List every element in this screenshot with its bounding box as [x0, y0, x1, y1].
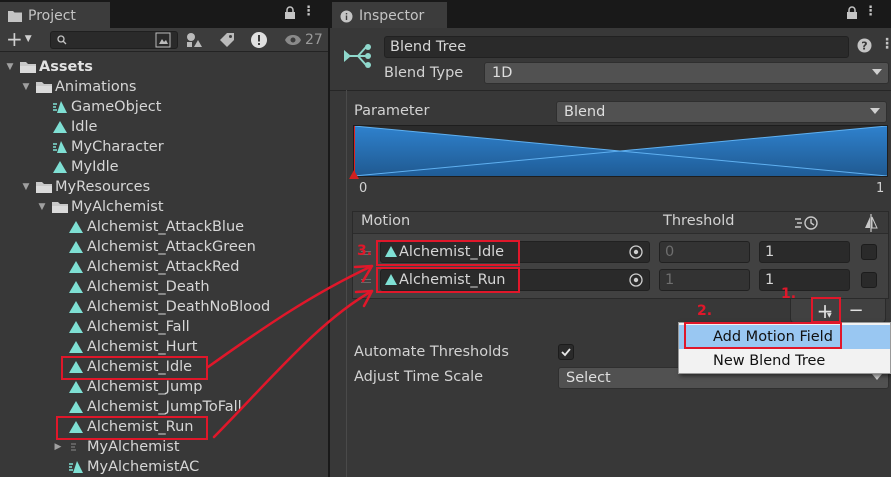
annotation-arrows — [206, 264, 374, 439]
